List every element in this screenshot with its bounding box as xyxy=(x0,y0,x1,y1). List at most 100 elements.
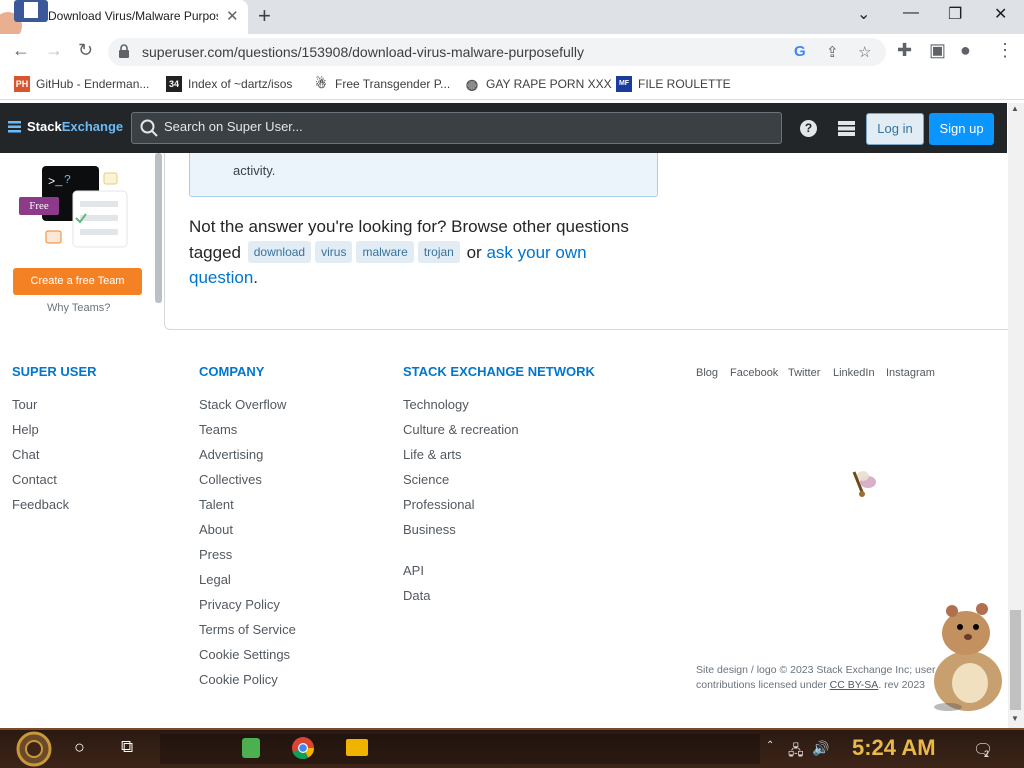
footer-heading-company[interactable]: COMPANY xyxy=(199,364,264,379)
footer-link[interactable]: Cookie Settings xyxy=(199,647,290,662)
footer-link[interactable]: Tour xyxy=(12,397,37,412)
folder-index-icon: 34 xyxy=(166,76,182,92)
footer-link[interactable]: Business xyxy=(403,522,456,537)
close-window-icon[interactable]: ✕ xyxy=(994,4,1007,24)
flying-bug-icon[interactable] xyxy=(848,468,884,500)
footer-link[interactable]: Advertising xyxy=(199,447,263,462)
file-roulette-icon: MF xyxy=(616,76,632,92)
site-search[interactable] xyxy=(131,112,782,144)
footer-link[interactable]: Help xyxy=(12,422,39,437)
footer-link[interactable]: Technology xyxy=(403,397,469,412)
scrollbar-thumb[interactable] xyxy=(1010,610,1021,710)
start-button-icon[interactable] xyxy=(14,731,54,767)
footer-link[interactable]: Privacy Policy xyxy=(199,597,280,612)
footer-link[interactable]: Teams xyxy=(199,422,237,437)
tag-trojan[interactable]: trojan xyxy=(417,240,460,263)
menu-icon[interactable]: ⋮ xyxy=(996,40,1014,61)
address-bar[interactable]: superuser.com/questions/153908/download-… xyxy=(108,38,886,66)
side-panel-icon[interactable]: ▣ xyxy=(929,40,946,61)
footer-link[interactable]: Contact xyxy=(12,472,57,487)
copyright-notice: Site design / logo © 2023 Stack Exchange… xyxy=(696,663,951,693)
footer-heading-superuser[interactable]: SUPER USER xyxy=(12,364,97,379)
sidebar-scrollbar[interactable] xyxy=(155,153,162,303)
why-teams-link[interactable]: Why Teams? xyxy=(47,302,110,314)
volume-icon[interactable]: 🔊 xyxy=(812,740,829,757)
footer-link[interactable]: Life & arts xyxy=(403,447,462,462)
stackexchange-topbar: StackExchange ? xyxy=(0,103,1007,153)
footer-link[interactable]: Stack Overflow xyxy=(199,397,286,412)
footer-link[interactable]: Professional xyxy=(403,497,475,512)
footer-link[interactable]: Cookie Policy xyxy=(199,672,278,687)
cortana-icon[interactable]: ○ xyxy=(74,737,85,758)
search-input[interactable] xyxy=(164,119,764,134)
footer-link[interactable]: Culture & recreation xyxy=(403,422,519,437)
protected-notice: activity. xyxy=(189,153,658,197)
new-tab-icon[interactable]: + xyxy=(258,3,271,29)
footer-link[interactable]: Collectives xyxy=(199,472,262,487)
stackexchange-logo[interactable]: StackExchange xyxy=(8,119,123,134)
bookmark-item[interactable]: 34 Index of ~dartz/isos xyxy=(166,76,292,92)
hamster-pet-icon[interactable] xyxy=(918,603,1008,713)
license-link[interactable]: CC BY-SA xyxy=(830,679,879,691)
scroll-up-icon[interactable]: ▲ xyxy=(1011,104,1019,113)
profile-icon[interactable]: ● xyxy=(960,40,971,61)
notice-text: activity. xyxy=(233,163,276,178)
login-button[interactable]: Log in xyxy=(866,113,924,145)
task-view-icon[interactable]: ⧉ xyxy=(121,737,133,757)
footer-heading-network[interactable]: STACK EXCHANGE NETWORK xyxy=(403,364,595,379)
social-link-instagram[interactable]: Instagram xyxy=(886,367,935,379)
footer-link[interactable]: Chat xyxy=(12,447,39,462)
social-link-facebook[interactable]: Facebook xyxy=(730,367,778,379)
producthunt-icon: PH xyxy=(14,76,30,92)
minimize-icon[interactable]: — xyxy=(903,4,919,22)
footer-link[interactable]: Legal xyxy=(199,572,231,587)
footer-link[interactable]: About xyxy=(199,522,233,537)
social-link-linkedin[interactable]: LinkedIn xyxy=(833,367,875,379)
copyright-line2a: contributions licensed under xyxy=(696,679,827,691)
notes-app-icon[interactable] xyxy=(242,738,260,758)
share-icon[interactable]: ⇪ xyxy=(826,43,839,61)
globe-icon: ◍ xyxy=(465,76,479,92)
footer-link[interactable]: API xyxy=(403,563,424,578)
bookmark-item[interactable]: ☃ Free Transgender P... xyxy=(313,76,450,92)
scroll-down-icon[interactable]: ▼ xyxy=(1011,714,1019,723)
footer-link[interactable]: Terms of Service xyxy=(199,622,296,637)
footer-link[interactable]: Science xyxy=(403,472,449,487)
tag-download[interactable]: download xyxy=(247,240,312,263)
google-icon[interactable]: G xyxy=(794,43,806,60)
logo-exchange-text: Exchange xyxy=(61,119,124,134)
bookmark-star-icon[interactable]: ☆ xyxy=(858,43,871,61)
forward-icon[interactable]: → xyxy=(45,40,63,61)
footer-link[interactable]: Data xyxy=(403,588,430,603)
network-icon[interactable]: 🖧 xyxy=(788,740,804,764)
bookmark-item[interactable]: MF FILE ROULETTE xyxy=(616,76,731,92)
social-link-twitter[interactable]: Twitter xyxy=(788,367,820,379)
tab-search-icon[interactable]: ⌄ xyxy=(857,4,870,24)
tag-virus[interactable]: virus xyxy=(315,240,353,263)
restore-icon[interactable]: ❐ xyxy=(948,4,962,24)
signup-button[interactable]: Sign up xyxy=(929,113,994,145)
url-text: superuser.com/questions/153908/download-… xyxy=(142,44,585,60)
footer-link[interactable]: Talent xyxy=(199,497,234,512)
browser-tab[interactable]: Download Virus/Malware Purposefully ✕ xyxy=(0,0,248,34)
file-explorer-icon[interactable] xyxy=(346,739,368,756)
footer-link[interactable]: Feedback xyxy=(12,497,69,512)
create-team-button[interactable]: Create a free Team xyxy=(13,268,142,295)
help-icon[interactable]: ? xyxy=(800,120,817,137)
copyright-line1: Site design / logo © 2023 Stack Exchange… xyxy=(696,664,936,676)
close-tab-icon[interactable]: ✕ xyxy=(226,7,239,25)
taskbar-clock[interactable]: 5:24 AM xyxy=(852,735,936,761)
or-text: or xyxy=(466,242,482,262)
bookmarks-bar: PH GitHub - Enderman... 34 Index of ~dar… xyxy=(0,70,1024,100)
reload-icon[interactable]: ↻ xyxy=(78,40,93,61)
chrome-icon[interactable] xyxy=(291,736,315,760)
tag-malware[interactable]: malware xyxy=(356,240,414,263)
extensions-icon[interactable]: ✚ xyxy=(897,40,912,61)
bookmark-item[interactable]: PH GitHub - Enderman... xyxy=(14,76,149,92)
social-link-blog[interactable]: Blog xyxy=(696,367,718,379)
back-icon[interactable]: ← xyxy=(12,40,30,61)
stack-switcher-icon[interactable] xyxy=(838,121,855,136)
footer-link[interactable]: Press xyxy=(199,547,232,562)
tray-overflow-icon[interactable]: ⌃ xyxy=(766,740,774,751)
bookmark-item[interactable]: ◍ GAY RAPE PORN XXX xyxy=(464,76,612,92)
